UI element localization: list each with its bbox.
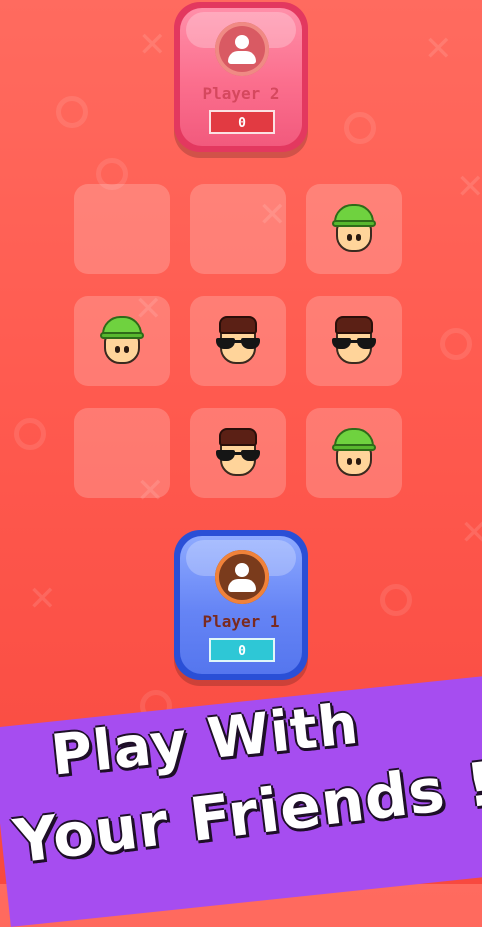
player2-score: 0 <box>209 110 275 134</box>
bg-x-decoration: ✕ <box>138 25 167 65</box>
player1-score: 0 <box>209 638 275 662</box>
board-cell-r1c3[interactable] <box>306 184 402 274</box>
board-cell-r3c2[interactable] <box>190 408 286 498</box>
green-cap-piece-icon <box>100 314 144 368</box>
bg-o-decoration <box>56 96 88 128</box>
player1-name: Player 1 <box>202 612 280 631</box>
board-cell-r1c2[interactable] <box>190 184 286 274</box>
green-cap-piece-icon <box>332 426 376 480</box>
sunglasses-piece-icon <box>216 314 260 368</box>
green-cap-piece-icon <box>332 202 376 256</box>
player1-avatar-icon <box>215 550 269 604</box>
bg-x-decoration: ✕ <box>460 513 482 553</box>
player2-card: Player 2 0 <box>174 2 308 152</box>
board-cell-r2c2[interactable] <box>190 296 286 386</box>
board-cell-r2c1[interactable] <box>74 296 170 386</box>
board-cell-r1c1[interactable] <box>74 184 170 274</box>
bg-o-decoration <box>440 328 472 360</box>
bg-o-decoration <box>14 418 46 450</box>
bg-o-decoration <box>344 112 376 144</box>
player2-avatar-icon <box>215 22 269 76</box>
bg-x-decoration: ✕ <box>28 579 57 619</box>
bg-x-decoration: ✕ <box>424 29 453 69</box>
player2-name: Player 2 <box>202 84 280 103</box>
bg-o-decoration <box>380 584 412 616</box>
board-cell-r3c3[interactable] <box>306 408 402 498</box>
bg-x-decoration: ✕ <box>456 167 482 207</box>
player1-card: Player 1 0 <box>174 530 308 680</box>
board-cell-r3c1[interactable] <box>74 408 170 498</box>
sunglasses-piece-icon <box>216 426 260 480</box>
board-cell-r2c3[interactable] <box>306 296 402 386</box>
sunglasses-piece-icon <box>332 314 376 368</box>
